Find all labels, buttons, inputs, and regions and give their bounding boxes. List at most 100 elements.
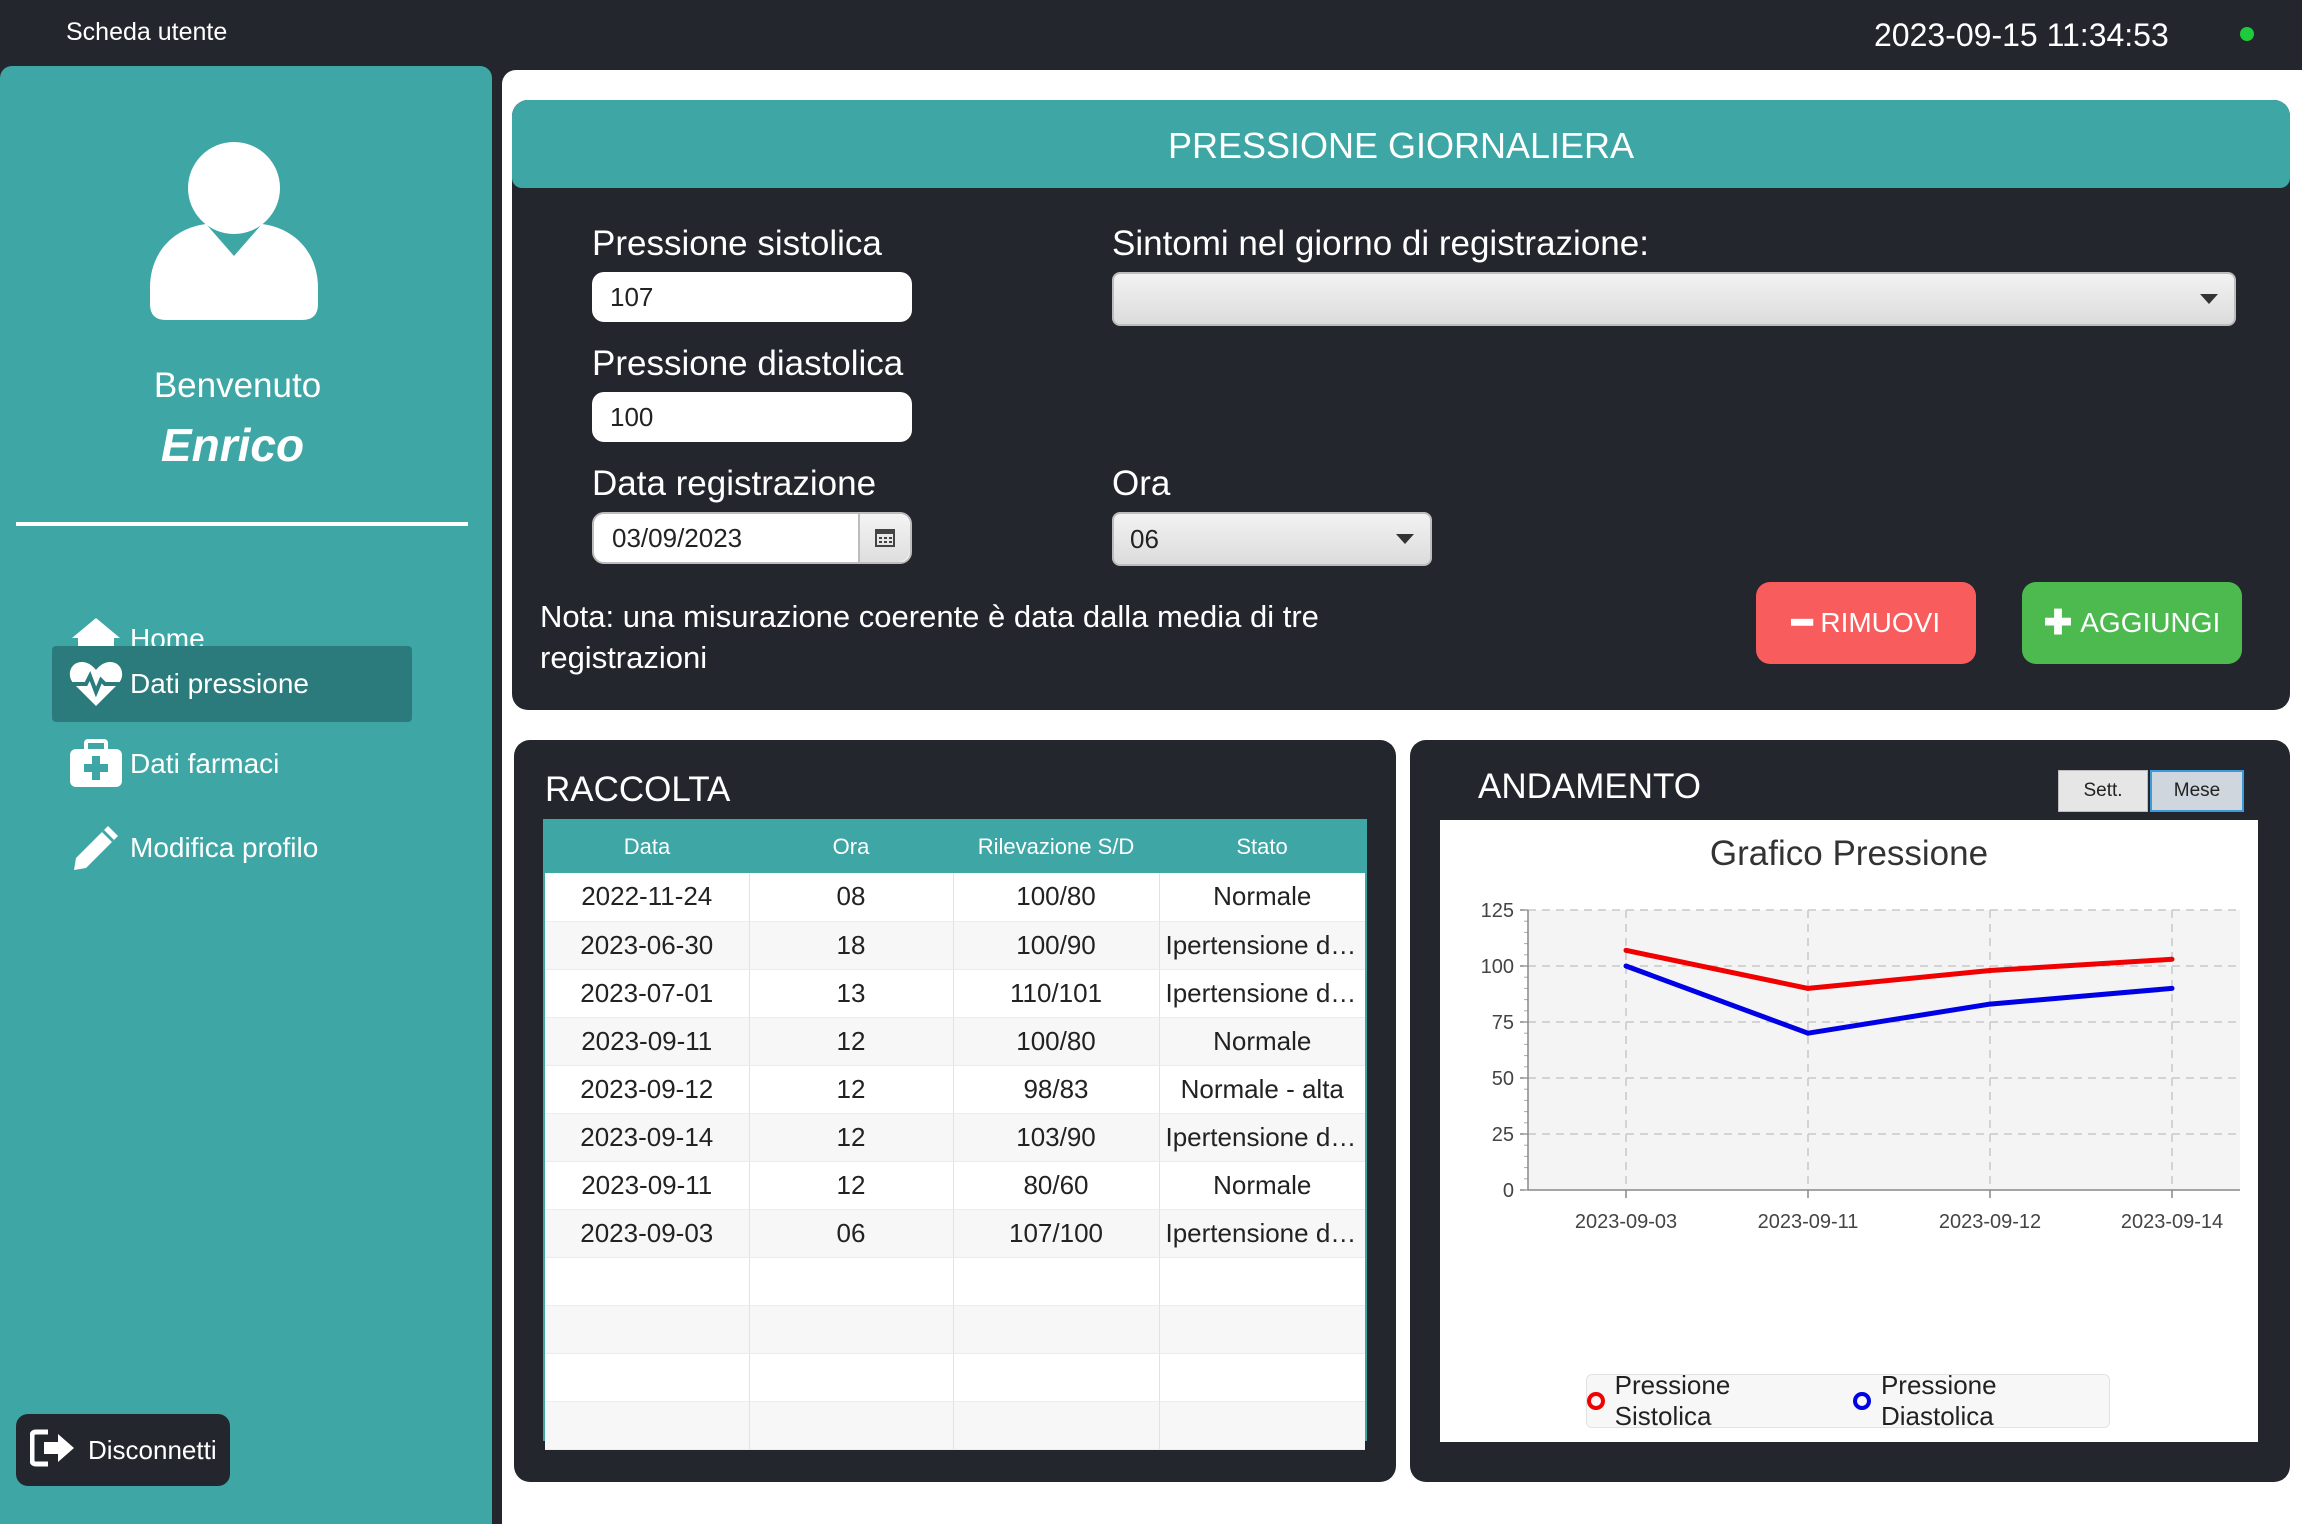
remove-button[interactable]: ━ RIMUOVI: [1756, 582, 1976, 664]
cell-stato: Normale: [1159, 1161, 1365, 1210]
add-button[interactable]: ✚ AGGIUNGI: [2022, 582, 2242, 664]
cell-data: 2023-09-12: [545, 1065, 750, 1114]
column-header-ora[interactable]: Ora: [749, 821, 953, 873]
table-row[interactable]: [545, 1305, 1365, 1354]
cell-data: 2023-09-11: [545, 1161, 750, 1210]
cell-rilevazione: 103/90: [953, 1113, 1160, 1162]
cell-rilevazione: [953, 1401, 1160, 1450]
history-table: Data Ora Rilevazione S/D Stato 2022-11-2…: [545, 821, 1365, 1450]
diastolic-input[interactable]: 100: [592, 392, 912, 442]
table-row[interactable]: 2023-09-14 12 103/90 Ipertensione di ...: [545, 1113, 1365, 1162]
sidebar-item-dati-farmaci[interactable]: Dati farmaci: [52, 726, 412, 802]
x-tick-label: 2023-09-11: [1758, 1211, 1859, 1233]
x-tick-label: 2023-09-14: [2121, 1211, 2223, 1233]
table-row[interactable]: 2023-09-11 12 80/60 Normale: [545, 1161, 1365, 1210]
cell-rilevazione: [953, 1257, 1160, 1306]
hour-dropdown[interactable]: 06: [1112, 512, 1432, 566]
add-label: AGGIUNGI: [2080, 607, 2221, 638]
cell-stato: [1159, 1257, 1365, 1306]
column-header-stato[interactable]: Stato: [1159, 821, 1365, 873]
logout-icon: [29, 1428, 78, 1473]
toggle-month-button[interactable]: Mese: [2150, 770, 2244, 812]
table-row[interactable]: 2023-06-30 18 100/90 Ipertensione di ...: [545, 921, 1365, 970]
welcome-text: Benvenuto: [153, 366, 322, 405]
cell-ora: [749, 1353, 954, 1402]
cell-rilevazione: 110/101: [953, 969, 1160, 1018]
table-header-row: Data Ora Rilevazione S/D Stato: [545, 821, 1365, 873]
date-picker[interactable]: 03/09/2023: [592, 512, 912, 564]
chevron-down-icon: [1396, 534, 1414, 544]
table-row[interactable]: 2023-07-01 13 110/101 Ipertensione di ...: [545, 969, 1365, 1018]
date-value: 03/09/2023: [612, 522, 743, 553]
cell-ora: [749, 1305, 954, 1354]
legend-label-sistolica: Pressione Sistolica: [1614, 1370, 1731, 1431]
cell-ora: 12: [749, 1017, 954, 1066]
cell-ora: 12: [749, 1161, 954, 1210]
cell-data: 2023-06-30: [545, 921, 750, 970]
data-point-sistolica: [1623, 947, 1629, 953]
chart-legend: Pressione Sistolica Pressione Diastolica: [1586, 1370, 2110, 1431]
table-row[interactable]: 2022-11-24 08 100/80 Normale: [545, 873, 1365, 922]
cell-rilevazione: 100/90: [953, 921, 1160, 970]
logout-button[interactable]: Disconnetti: [16, 1414, 230, 1486]
hour-value: 06: [1130, 523, 1159, 554]
chevron-down-icon: [2200, 294, 2218, 304]
column-header-rilevazione[interactable]: Rilevazione S/D: [953, 821, 1159, 873]
cell-stato: [1159, 1353, 1365, 1402]
legend-marker-diastolica: [1853, 1392, 1871, 1410]
systolic-input[interactable]: 107: [592, 272, 912, 322]
cell-stato: Ipertensione di ...: [1159, 921, 1365, 970]
cell-data: 2023-09-11: [545, 1017, 750, 1066]
y-tick-label: 125: [1481, 900, 1514, 922]
title-bar: Scheda utente 2023-09-15 11:34:53: [0, 0, 2302, 66]
cell-stato: Normale: [1159, 873, 1365, 922]
andamento-title: ANDAMENTO: [1478, 767, 1701, 806]
table-row[interactable]: [545, 1401, 1365, 1450]
date-label: Data registrazione: [592, 464, 877, 503]
cell-rilevazione: 107/100: [953, 1209, 1160, 1258]
table-row[interactable]: 2023-09-03 06 107/100 Ipertensione di ...: [545, 1209, 1365, 1258]
symptoms-dropdown[interactable]: [1112, 272, 2236, 326]
cell-ora: 08: [749, 873, 954, 922]
x-tick-label: 2023-09-03: [1575, 1211, 1677, 1233]
table-row[interactable]: [545, 1353, 1365, 1402]
cell-stato: Ipertensione di ...: [1159, 969, 1365, 1018]
sidebar-item-label: Modifica profilo: [130, 832, 319, 863]
sidebar-item-label: Dati farmaci: [130, 748, 280, 779]
cell-ora: [749, 1257, 954, 1306]
calendar-icon[interactable]: [858, 514, 910, 562]
chart-plot: 0 25 50 75 100 125 2023-09-03 2023-09-11 2023-09…: [1481, 900, 2240, 1233]
sidebar-item-dati-pressione[interactable]: Dati pressione: [52, 646, 412, 722]
y-tick-label: 75: [1492, 1012, 1514, 1034]
cell-ora: [749, 1401, 954, 1450]
toggle-week-button[interactable]: Sett.: [2058, 770, 2148, 812]
datetime-display: 2023-09-15 11:34:53: [1874, 17, 2169, 53]
cell-stato: [1159, 1305, 1365, 1354]
cell-ora: 18: [749, 921, 954, 970]
legend-marker-sistolica: [1587, 1392, 1605, 1410]
data-point-diastolica: [1987, 1001, 1993, 1007]
cell-stato: Normale: [1159, 1017, 1365, 1066]
symptoms-label: Sintomi nel giorno di registrazione:: [1112, 224, 1649, 263]
data-point-sistolica: [1987, 967, 1993, 973]
data-point-diastolica: [1805, 1030, 1811, 1036]
table-row[interactable]: [545, 1257, 1365, 1306]
status-indicator: [2240, 27, 2254, 41]
window-title: Scheda utente: [66, 18, 228, 46]
cell-ora: 12: [749, 1113, 954, 1162]
minus-icon: ━: [1791, 604, 1813, 642]
sidebar-item-modifica-profilo[interactable]: Modifica profilo: [52, 810, 412, 886]
cell-data: 2023-09-14: [545, 1113, 750, 1162]
sidebar: Benvenuto Enrico Home Dati pressione Dat…: [0, 66, 492, 1524]
chart-title: Grafico Pressione: [1709, 834, 1989, 873]
table-row[interactable]: 2023-09-12 12 98/83 Normale - alta: [545, 1065, 1365, 1114]
cell-rilevazione: [953, 1305, 1160, 1354]
data-point-diastolica: [1623, 963, 1629, 969]
cell-data: [545, 1305, 750, 1354]
cell-stato: [1159, 1401, 1365, 1450]
cell-stato: Ipertensione di ...: [1159, 1209, 1365, 1258]
table-row[interactable]: 2023-09-11 12 100/80 Normale: [545, 1017, 1365, 1066]
column-header-data[interactable]: Data: [545, 821, 749, 873]
y-tick-label: 25: [1492, 1124, 1514, 1146]
data-point-sistolica: [2169, 956, 2175, 962]
